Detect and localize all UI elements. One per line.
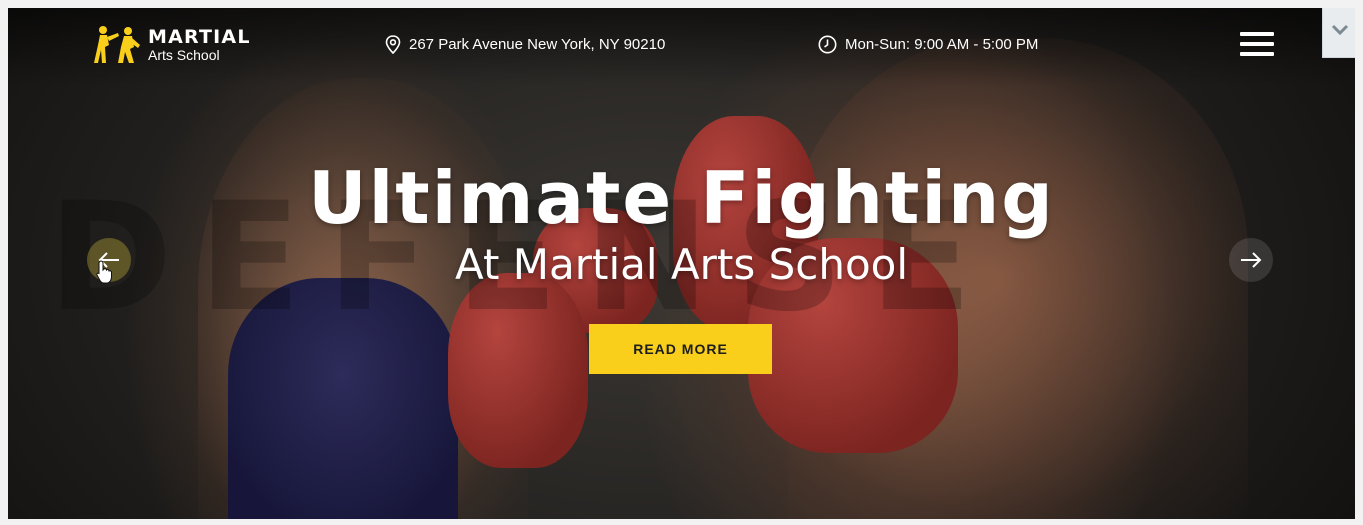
hero-subtitle: At Martial Arts School	[454, 240, 909, 289]
arrow-right-icon	[1241, 252, 1262, 268]
site-logo[interactable]: MARTIAL Arts School	[94, 25, 251, 65]
read-more-button[interactable]: READ MORE	[589, 324, 772, 374]
clock-icon	[818, 35, 837, 54]
location-pin-icon	[385, 35, 401, 54]
address-text: 267 Park Avenue New York, NY 90210	[409, 36, 666, 53]
hamburger-menu-icon[interactable]	[1240, 32, 1274, 58]
slider-next-button[interactable]	[1229, 238, 1273, 282]
chevron-down-icon	[1331, 24, 1349, 36]
hours-text: Mon-Sun: 9:00 AM - 5:00 PM	[845, 36, 1039, 53]
hero-title: Ultimate Fighting	[308, 156, 1055, 240]
scroll-toggle-button[interactable]	[1322, 8, 1355, 58]
header-hours: Mon-Sun: 9:00 AM - 5:00 PM	[818, 35, 1038, 54]
logo-title: MARTIAL	[148, 26, 251, 48]
hand-cursor-icon	[96, 260, 112, 284]
logo-tagline: Arts School	[148, 47, 220, 63]
hero-slider: DEFENSE MARTIAL Arts School 267 Park Ave…	[8, 8, 1355, 519]
header-address: 267 Park Avenue New York, NY 90210	[385, 35, 665, 54]
martial-arts-fighters-icon	[94, 26, 140, 63]
